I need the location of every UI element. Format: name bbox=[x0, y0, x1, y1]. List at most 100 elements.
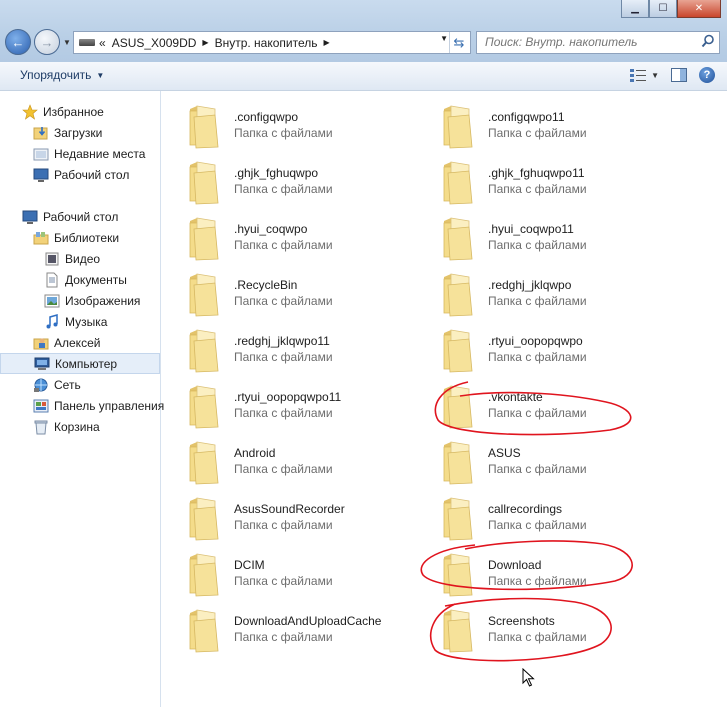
close-button[interactable]: ✕ bbox=[677, 0, 721, 18]
folder-icon bbox=[443, 105, 473, 149]
folder-type: Папка с файлами bbox=[234, 350, 333, 364]
breadcrumb-overflow[interactable]: « bbox=[99, 36, 106, 50]
folder-name: .configqwpo bbox=[234, 110, 299, 124]
breadcrumb-device[interactable]: ASUS_X009DD bbox=[112, 36, 197, 50]
folder-name: Screenshots bbox=[488, 614, 555, 628]
search-icon[interactable] bbox=[701, 34, 715, 48]
sidebar-item[interactable]: Сеть bbox=[0, 374, 193, 395]
folder-item[interactable]: .rtyui_oopopqwpo11 Папка с файлами bbox=[184, 385, 414, 435]
address-dropdown-button[interactable]: ▼ bbox=[440, 34, 448, 43]
sidebar-item[interactable]: Изображения bbox=[0, 290, 204, 311]
folder-name: .RecycleBin bbox=[234, 278, 298, 292]
preview-pane-icon[interactable] bbox=[671, 68, 687, 82]
sidebar-item-label: Недавние места bbox=[54, 146, 146, 161]
folder-item[interactable]: Download Папка с файлами bbox=[438, 553, 668, 603]
maximize-button[interactable]: ☐ bbox=[649, 0, 677, 18]
folder-item[interactable]: .vkontakte Папка с файлами bbox=[438, 385, 668, 435]
folder-type: Папка с файлами bbox=[234, 462, 333, 476]
address-bar[interactable]: « ASUS_X009DD ▶ Внутр. накопитель ▶ ▼ ⇆ bbox=[73, 31, 471, 54]
sidebar-item[interactable]: Недавние места bbox=[0, 143, 193, 164]
refresh-button[interactable]: ⇆ bbox=[449, 32, 468, 53]
documents-icon bbox=[44, 272, 60, 288]
pictures-icon bbox=[44, 293, 60, 309]
star-icon bbox=[22, 103, 38, 120]
folder-item[interactable]: .hyui_coqwpo Папка с файлами bbox=[184, 217, 414, 267]
sidebar-item[interactable]: Музыка bbox=[0, 311, 204, 332]
organize-button[interactable]: Упорядочить ▼ bbox=[20, 68, 104, 82]
downloads-icon bbox=[33, 125, 49, 141]
minimize-button[interactable]: ▁ bbox=[621, 0, 649, 18]
sidebar-item-label: Загрузки bbox=[54, 125, 103, 140]
control-panel-icon bbox=[33, 398, 49, 414]
folder-name: ASUS bbox=[488, 446, 521, 460]
folder-item[interactable]: .hyui_coqwpo11 Папка с файлами bbox=[438, 217, 668, 267]
breadcrumb-arrow-icon[interactable]: ▶ bbox=[323, 38, 329, 47]
folder-item[interactable]: .ghjk_fghuqwpo11 Папка с файлами bbox=[438, 161, 668, 211]
sidebar-item[interactable]: Загрузки bbox=[0, 122, 193, 143]
folder-icon bbox=[189, 441, 219, 485]
sidebar-item[interactable]: Рабочий стол bbox=[0, 206, 182, 227]
folder-item[interactable]: Screenshots Папка с файлами bbox=[438, 609, 668, 659]
folder-item[interactable]: DCIM Папка с файлами bbox=[184, 553, 414, 603]
folder-item[interactable]: DownloadAndUploadCache Папка с файлами bbox=[184, 609, 414, 659]
folder-item[interactable]: .RecycleBin Папка с файлами bbox=[184, 273, 414, 323]
folder-type: Папка с файлами bbox=[234, 294, 333, 308]
sidebar-item[interactable]: Библиотеки bbox=[0, 227, 193, 248]
sidebar-item[interactable]: Корзина bbox=[0, 416, 193, 437]
folder-item[interactable]: .ghjk_fghuqwpo Папка с файлами bbox=[184, 161, 414, 211]
change-view-icon[interactable] bbox=[630, 68, 647, 82]
folder-type: Папка с файлами bbox=[488, 126, 587, 140]
video-icon bbox=[44, 251, 60, 267]
back-button[interactable]: ← bbox=[5, 29, 31, 55]
search-input[interactable] bbox=[483, 34, 697, 50]
sidebar-item-label: Рабочий стол bbox=[54, 167, 130, 182]
navigation-pane: Избранное Загрузки Недавние места Рабочий с… bbox=[0, 91, 164, 707]
folder-name: .rtyui_oopopqwpo11 bbox=[234, 390, 342, 404]
folder-item[interactable]: Android Папка с файлами bbox=[184, 441, 414, 491]
folder-item[interactable]: .rtyui_oopopqwpo Папка с файлами bbox=[438, 329, 668, 379]
folder-name: DownloadAndUploadCache bbox=[234, 614, 382, 628]
desktop-icon bbox=[22, 209, 38, 225]
sidebar-item[interactable]: Алексей bbox=[0, 332, 193, 353]
sidebar-item[interactable]: Документы bbox=[0, 269, 204, 290]
view-options-dropdown[interactable]: ▼ bbox=[651, 71, 659, 80]
sidebar-item-label: Компьютер bbox=[55, 356, 118, 371]
breadcrumb-arrow-icon[interactable]: ▶ bbox=[202, 38, 208, 47]
folder-icon bbox=[443, 161, 473, 205]
recent-pages-dropdown[interactable]: ▼ bbox=[63, 38, 71, 47]
help-button[interactable]: ? bbox=[699, 67, 715, 83]
refresh-icon: ⇆ bbox=[453, 34, 465, 50]
folder-item[interactable]: ASUS Папка с файлами bbox=[438, 441, 668, 491]
folder-type: Папка с файлами bbox=[488, 294, 587, 308]
folder-item[interactable]: .configqwpo11 Папка с файлами bbox=[438, 105, 668, 155]
folder-type: Папка с файлами bbox=[488, 462, 587, 476]
sidebar-item[interactable]: Компьютер bbox=[0, 353, 160, 374]
folder-type: Папка с файлами bbox=[488, 238, 587, 252]
sidebar-item[interactable]: Избранное bbox=[0, 101, 182, 122]
sidebar-item[interactable]: Видео bbox=[0, 248, 204, 269]
sidebar-item-label: Панель управления bbox=[54, 398, 165, 413]
folder-item[interactable]: .redghj_jklqwpo Папка с файлами bbox=[438, 273, 668, 323]
recycle-bin-icon bbox=[33, 419, 49, 435]
sidebar-item[interactable]: Рабочий стол bbox=[0, 164, 193, 185]
folder-icon bbox=[189, 161, 219, 205]
folder-item[interactable]: callrecordings Папка с файлами bbox=[438, 497, 668, 547]
folder-icon bbox=[189, 385, 219, 429]
sidebar-item[interactable]: Панель управления bbox=[0, 395, 193, 416]
folder-type: Папка с файлами bbox=[488, 518, 587, 532]
folder-icon bbox=[189, 329, 219, 373]
search-box bbox=[476, 31, 720, 54]
mouse-cursor-icon bbox=[522, 668, 535, 687]
recent-places-icon bbox=[33, 146, 49, 162]
folder-item[interactable]: AsusSoundRecorder Папка с файлами bbox=[184, 497, 414, 547]
folder-item[interactable]: .redghj_jklqwpo11 Папка с файлами bbox=[184, 329, 414, 379]
breadcrumb-storage[interactable]: Внутр. накопитель bbox=[215, 36, 318, 50]
computer-icon bbox=[34, 356, 50, 372]
forward-button[interactable]: → bbox=[34, 29, 60, 55]
folder-item[interactable]: .configqwpo Папка с файлами bbox=[184, 105, 414, 155]
folder-icon bbox=[443, 217, 473, 261]
sidebar-item-label: Рабочий стол bbox=[43, 209, 119, 224]
maximize-icon: ☐ bbox=[658, 3, 668, 14]
sidebar-item-label: Изображения bbox=[65, 293, 141, 308]
folder-name: .redghj_jklqwpo11 bbox=[234, 334, 330, 348]
